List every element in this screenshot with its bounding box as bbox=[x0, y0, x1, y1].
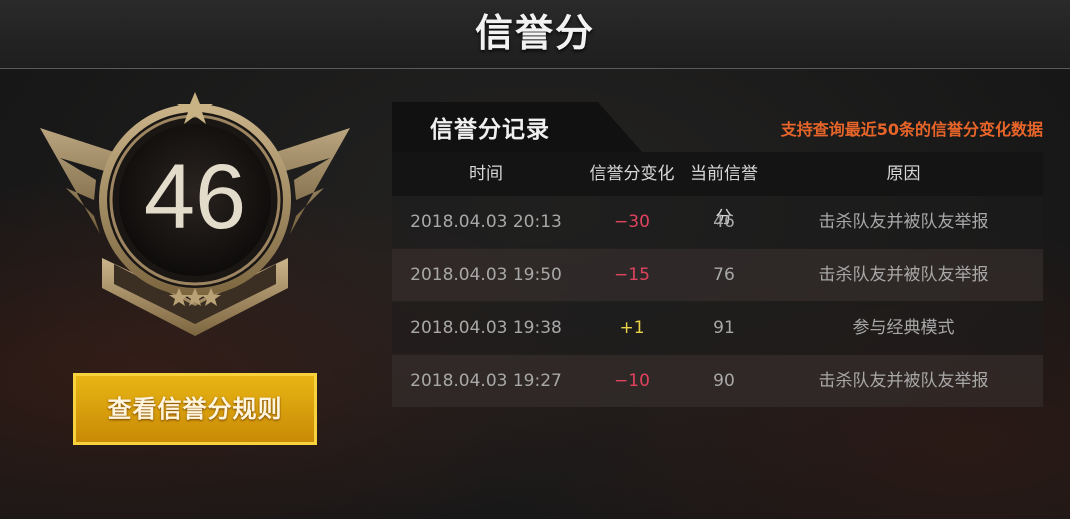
records-table: 时间 信誉分变化 当前信誉分 原因 2018.04.03 20:13 −30 4… bbox=[392, 152, 1043, 408]
row-time: 2018.04.03 19:50 bbox=[410, 265, 562, 285]
records-title: 信誉分记录 bbox=[430, 117, 550, 143]
table-row: 2018.04.03 19:50 −15 76 击杀队友并被队友举报 bbox=[392, 249, 1043, 301]
records-notice: 支持查询最近50条的信誉分变化数据 bbox=[780, 120, 1043, 139]
row-change: −10 bbox=[614, 371, 650, 391]
row-current-score: 46 bbox=[713, 212, 735, 232]
table-row: 2018.04.03 19:38 +1 91 参与经典模式 bbox=[392, 302, 1043, 354]
row-time: 2018.04.03 19:38 bbox=[410, 318, 562, 338]
row-current-score: 91 bbox=[713, 318, 735, 338]
column-header-change: 信誉分变化 bbox=[589, 164, 675, 184]
table-header: 时间 信誉分变化 当前信誉分 原因 bbox=[392, 152, 1043, 228]
table-row: 2018.04.03 19:27 −10 90 击杀队友并被队友举报 bbox=[392, 355, 1043, 407]
row-change: +1 bbox=[619, 318, 645, 338]
row-reason: 击杀队友并被队友举报 bbox=[818, 371, 989, 391]
row-change: −15 bbox=[614, 265, 650, 285]
row-time: 2018.04.03 20:13 bbox=[410, 212, 562, 232]
column-header-reason: 原因 bbox=[886, 164, 921, 184]
column-header-current: 当前信誉分 bbox=[690, 164, 758, 228]
page-title: 信誉分 bbox=[474, 11, 595, 55]
view-rules-button[interactable]: 查看信誉分规则 bbox=[73, 373, 317, 445]
row-reason: 击杀队友并被队友举报 bbox=[818, 212, 989, 232]
records-tab-header: 信誉分记录 bbox=[392, 102, 642, 152]
row-reason: 击杀队友并被队友举报 bbox=[818, 265, 989, 285]
credit-score-value: 46 bbox=[143, 146, 247, 248]
title-bar: 信誉分 bbox=[0, 0, 1070, 69]
row-reason: 参与经典模式 bbox=[852, 318, 955, 338]
column-header-time: 时间 bbox=[469, 164, 503, 184]
row-current-score: 76 bbox=[713, 265, 735, 285]
table-row: 2018.04.03 20:13 −30 46 击杀队友并被队友举报 bbox=[392, 196, 1043, 248]
credit-score-badge: 46 bbox=[36, 88, 354, 348]
row-current-score: 90 bbox=[713, 371, 735, 391]
row-time: 2018.04.03 19:27 bbox=[410, 371, 562, 391]
row-change: −30 bbox=[614, 212, 650, 232]
